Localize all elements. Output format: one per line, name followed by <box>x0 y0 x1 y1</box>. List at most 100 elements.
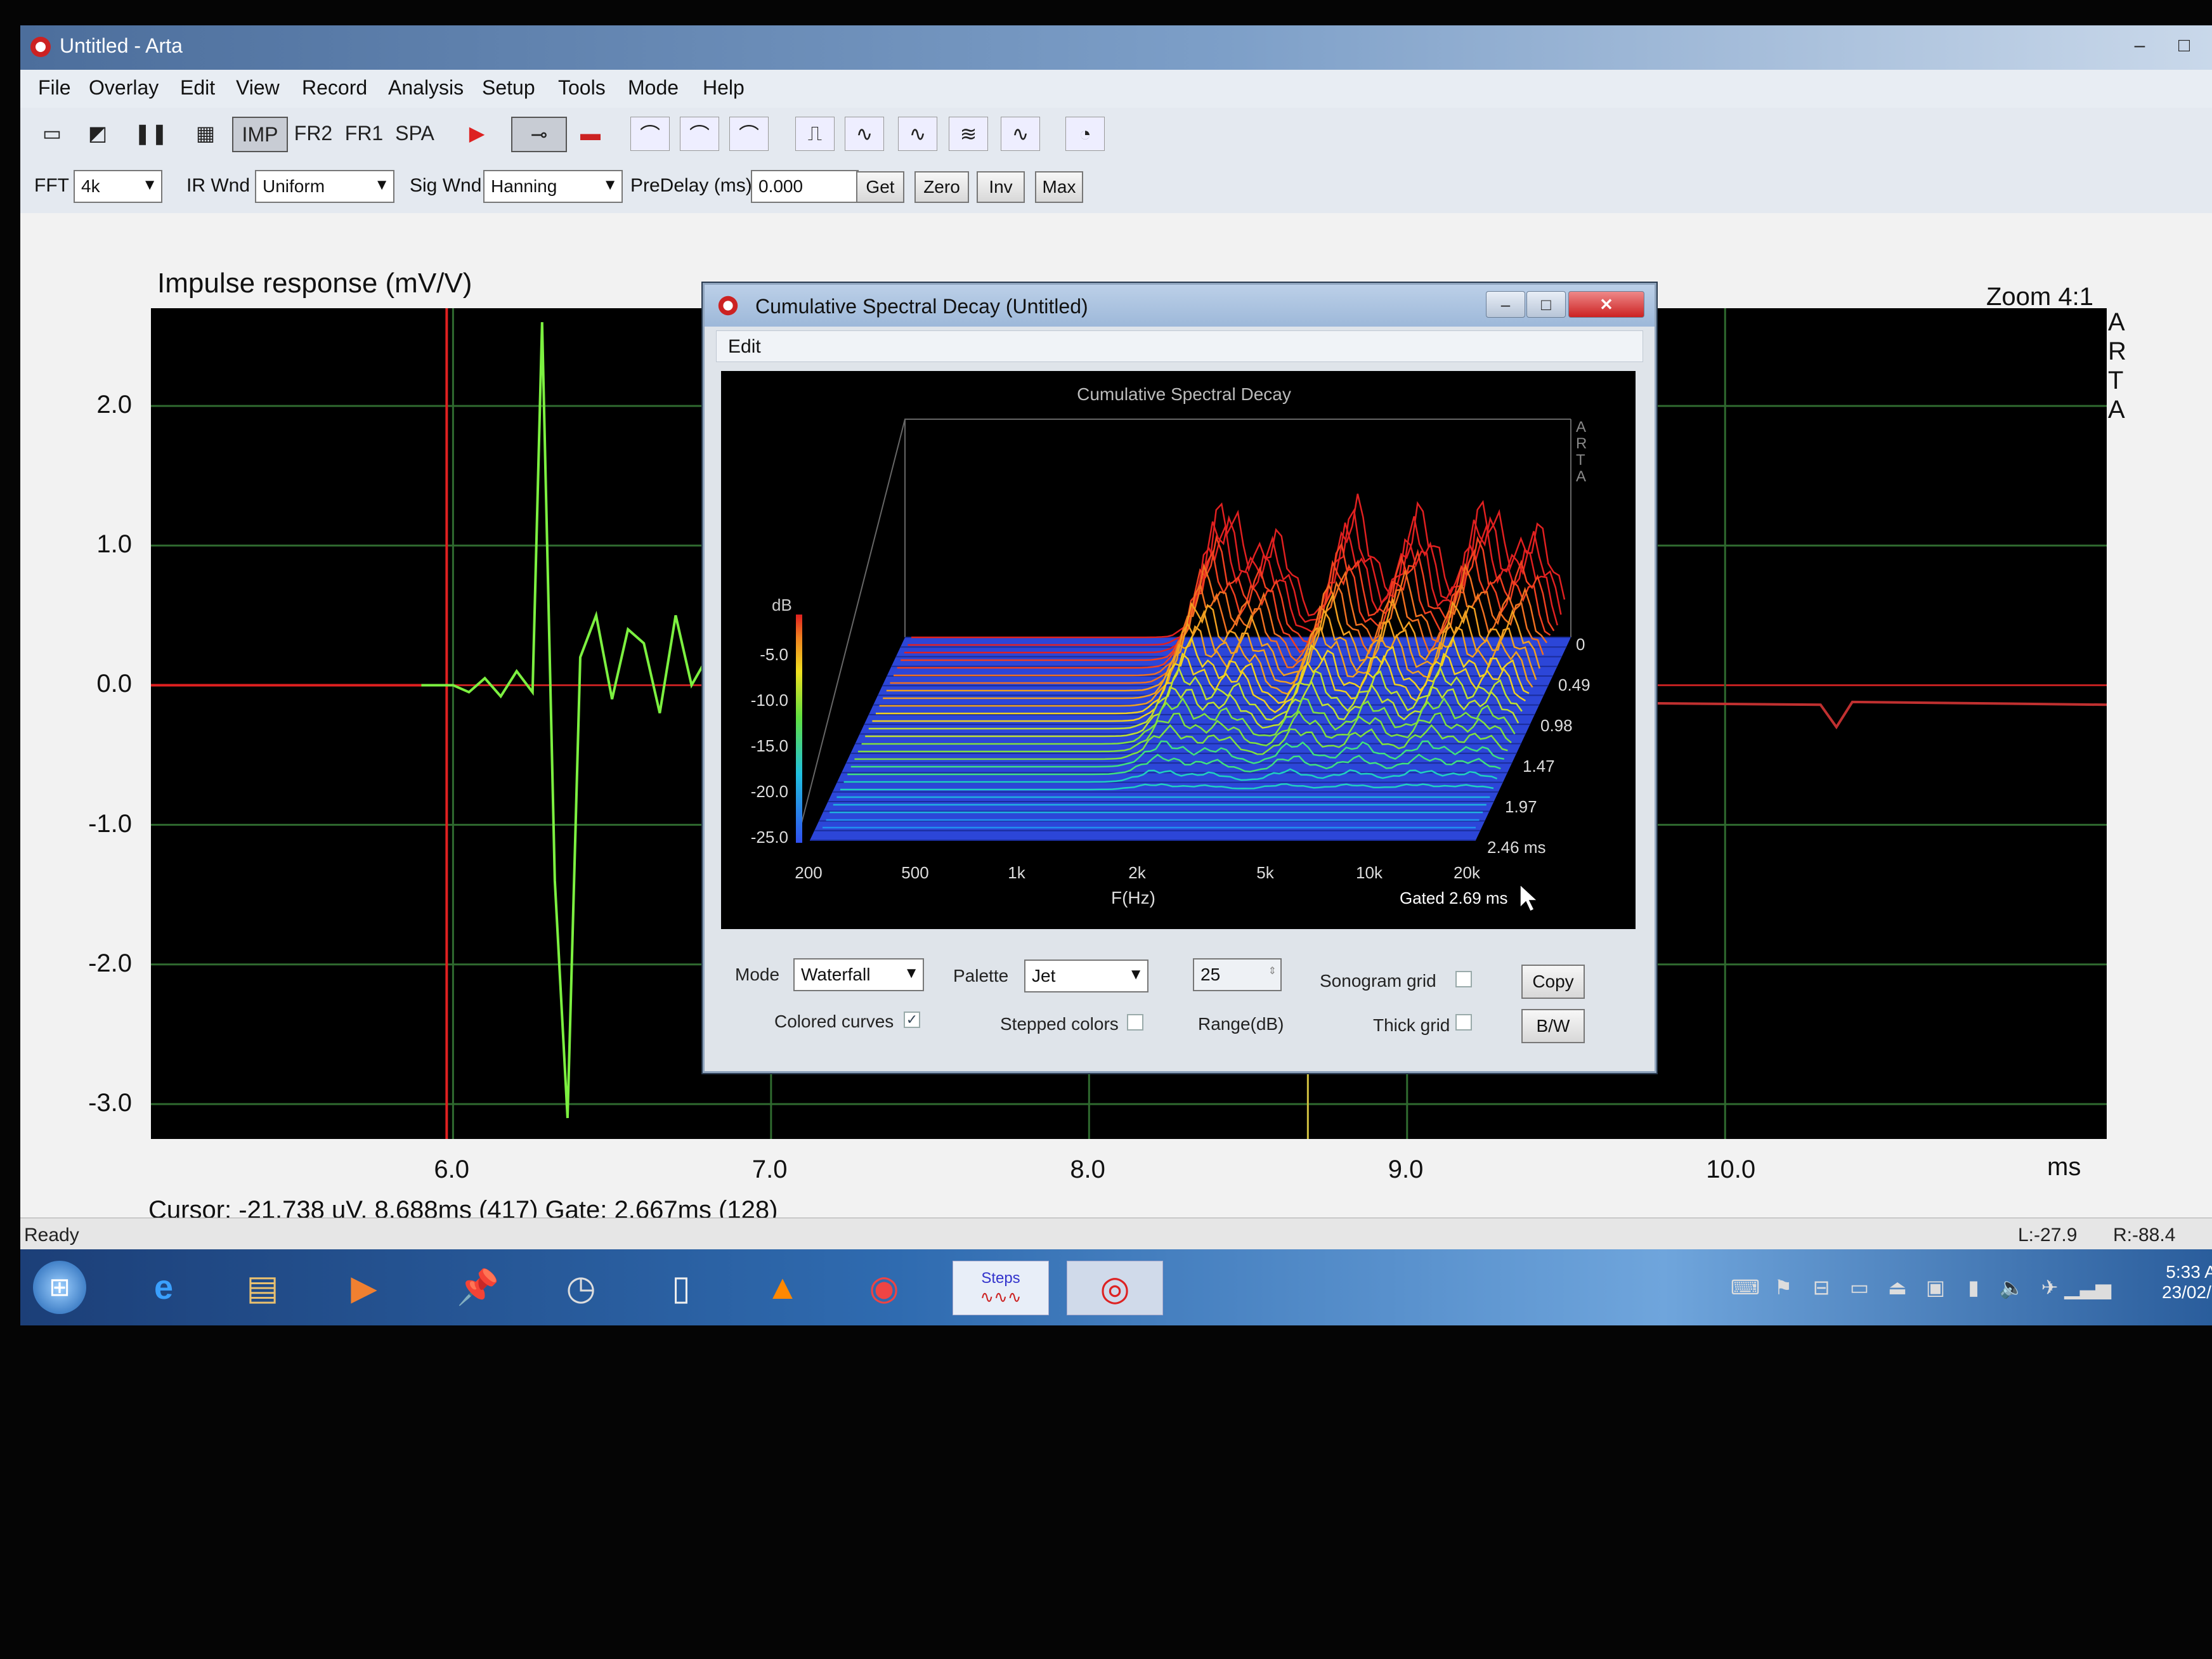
step-response-icon[interactable]: ⎍ <box>795 117 835 151</box>
tray-network-icon[interactable]: ⊟ <box>1802 1261 1840 1314</box>
csd-time-tick: 1.97 <box>1505 797 1537 816</box>
y-tick-label: -1.0 <box>88 809 132 838</box>
fft-select[interactable]: 4k ▼ <box>74 170 162 203</box>
palette-label: Palette <box>953 966 1009 986</box>
tray-keyboard-icon[interactable]: ⌨ <box>1726 1261 1764 1314</box>
tray-pin-icon[interactable]: ✈ <box>2031 1261 2069 1314</box>
range-spinner[interactable]: 25 ⇕ <box>1193 958 1282 991</box>
stepped-colors-checkbox[interactable] <box>1127 1014 1143 1031</box>
y-tick-label: 1.0 <box>96 530 132 559</box>
csd-maximize-button[interactable]: □ <box>1526 291 1566 318</box>
vlc-icon[interactable]: ▲ <box>756 1261 809 1314</box>
range-label: Range(dB) <box>1198 1014 1284 1034</box>
menu-tools[interactable]: Tools <box>558 76 606 100</box>
menu-setup[interactable]: Setup <box>482 76 535 100</box>
tray-monitor-icon[interactable]: ▣ <box>1916 1261 1955 1314</box>
thick-grid-checkbox[interactable] <box>1455 1014 1472 1031</box>
csd-icon[interactable]: ≋ <box>949 117 988 151</box>
menu-file[interactable]: File <box>38 76 71 100</box>
mode-fr2-button[interactable]: FR2 <box>287 117 340 150</box>
palette-select[interactable]: Jet ▼ <box>1024 960 1148 992</box>
csd-menu-edit[interactable]: Edit <box>728 336 761 358</box>
get-button[interactable]: Get <box>856 171 904 203</box>
notepad-icon[interactable]: ▯ <box>654 1261 708 1314</box>
mode-fr1-button[interactable]: FR1 <box>339 117 389 150</box>
probe-icon[interactable]: ⊸ <box>511 117 567 152</box>
rev-icon[interactable]: ∿ <box>898 117 937 151</box>
monitor-screen: Untitled - Arta – □ File Overlay Edit Vi… <box>20 25 2212 1325</box>
maximize-button[interactable]: □ <box>2170 33 2198 58</box>
grid-icon[interactable]: ▦ <box>188 117 223 150</box>
csd-x-tick: 1k <box>1008 863 1025 882</box>
menu-view[interactable]: View <box>236 76 280 100</box>
tray-flag-icon[interactable]: ⚑ <box>1764 1261 1802 1314</box>
file-explorer-icon[interactable]: ▤ <box>236 1261 289 1314</box>
mode-select[interactable]: Waterfall ▼ <box>793 958 924 991</box>
gated-label: Gated 2.69 ms <box>1400 888 1508 908</box>
record-play-icon[interactable]: ▶ <box>458 117 496 150</box>
mode-imp-button[interactable]: IMP <box>232 117 288 152</box>
clock-app-icon[interactable]: ◷ <box>554 1261 608 1314</box>
predelay-input[interactable]: 0.000 <box>751 170 859 203</box>
menu-edit[interactable]: Edit <box>180 76 215 100</box>
zero-button[interactable]: Zero <box>914 171 969 203</box>
csd-close-button[interactable]: ✕ <box>1568 291 1644 318</box>
sfr-analysis-icon[interactable]: ⌒ <box>680 117 719 151</box>
brand-letter: R <box>1576 435 1587 452</box>
csd-chart-title: Cumulative Spectral Decay <box>1077 384 1291 404</box>
arta-taskbar-button[interactable]: ◎ <box>1067 1261 1163 1315</box>
steps-app-button[interactable]: Steps ∿∿∿ <box>953 1261 1049 1315</box>
csd-dialog-titlebar[interactable]: Cumulative Spectral Decay (Untitled) – □… <box>705 285 1655 327</box>
chrome-icon[interactable]: ◉ <box>857 1261 911 1314</box>
start-button[interactable]: ⊞ <box>33 1261 86 1314</box>
colorbar-ticks: -5.0 -10.0 -15.0 -20.0 -25.0 <box>751 645 788 847</box>
system-clock[interactable]: 5:33 AM 23/02/20 <box>2162 1262 2212 1303</box>
x-tick-label: 10.0 <box>1706 1155 1756 1183</box>
ir-wnd-select[interactable]: Uniform ▼ <box>255 170 394 203</box>
csd-dialog[interactable]: Cumulative Spectral Decay (Untitled) – □… <box>703 283 1656 1073</box>
ir-wnd-value: Uniform <box>263 176 325 196</box>
copy-button[interactable]: Copy <box>1521 965 1585 999</box>
oct-analysis-icon[interactable]: ⌒ <box>729 117 769 151</box>
pin-icon[interactable]: 📌 <box>452 1261 505 1314</box>
menu-help[interactable]: Help <box>703 76 745 100</box>
csd-x-tick: 5k <box>1256 863 1274 882</box>
tray-volume-icon[interactable]: 🔈 <box>1993 1261 2031 1314</box>
sig-wnd-value: Hanning <box>491 176 557 196</box>
sonogram-grid-checkbox[interactable] <box>1455 971 1472 987</box>
menu-overlay[interactable]: Overlay <box>89 76 159 100</box>
chevron-down-icon: ▼ <box>374 176 389 193</box>
new-file-icon[interactable]: ▭ <box>36 117 68 150</box>
inv-button[interactable]: Inv <box>977 171 1025 203</box>
csd-waterfall-chart[interactable]: Cumulative Spectral Decay A R T A dB -5.… <box>721 371 1636 929</box>
sti-icon[interactable]: ◔ <box>1065 117 1105 151</box>
signal-icon[interactable]: ▬ <box>569 117 611 150</box>
zoom-label: Zoom 4:1 <box>1986 283 2093 311</box>
pause-icon[interactable]: ❚❚ <box>134 117 168 150</box>
y-tick-label: -2.0 <box>88 949 132 977</box>
menu-analysis[interactable]: Analysis <box>388 76 464 100</box>
menu-record[interactable]: Record <box>302 76 367 100</box>
internet-explorer-icon[interactable]: e <box>137 1261 190 1314</box>
csd-minimize-button[interactable]: – <box>1486 291 1525 318</box>
etc-icon[interactable]: ∿ <box>845 117 884 151</box>
media-player-icon[interactable]: ▶ <box>337 1261 391 1314</box>
fr-analysis-icon[interactable]: ⌒ <box>630 117 670 151</box>
tray-display-icon[interactable]: ▭ <box>1840 1261 1878 1314</box>
mode-spa-button[interactable]: SPA <box>388 117 441 150</box>
menu-mode[interactable]: Mode <box>628 76 679 100</box>
sig-wnd-select[interactable]: Hanning ▼ <box>483 170 623 203</box>
bw-button[interactable]: B/W <box>1521 1009 1585 1043</box>
csd-time-tick: 0.49 <box>1558 675 1591 694</box>
minimize-button[interactable]: – <box>2126 33 2154 58</box>
sig-wnd-label: Sig Wnd <box>410 175 482 196</box>
tray-signal-icon[interactable]: ▁▃▅ <box>2064 1261 2111 1314</box>
colorbar-tick: -25.0 <box>751 828 788 847</box>
csd-x-tick: 10k <box>1356 863 1383 882</box>
max-button[interactable]: Max <box>1035 171 1083 203</box>
burst-decay-icon[interactable]: ∿ <box>1001 117 1040 151</box>
colored-curves-checkbox[interactable]: ✓ <box>904 1012 920 1028</box>
tray-usb-icon[interactable]: ⏏ <box>1878 1261 1916 1314</box>
open-file-icon[interactable]: ◩ <box>81 117 114 150</box>
tray-power-icon[interactable]: ▮ <box>1955 1261 1993 1314</box>
